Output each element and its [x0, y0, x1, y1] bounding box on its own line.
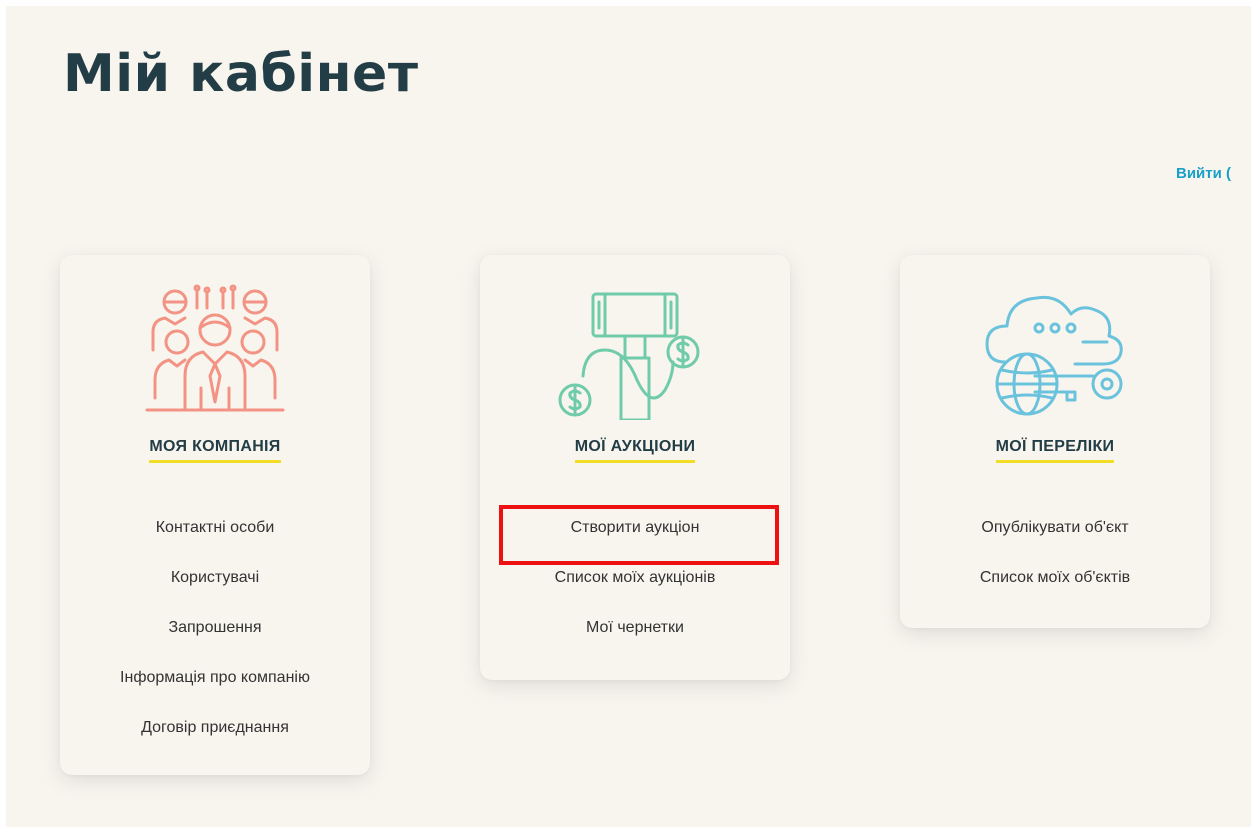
card-heading-my-auctions: МОЇ АУКЦІОНИ [574, 438, 696, 463]
link-company-info[interactable]: Інформація про компанію [60, 662, 370, 712]
card-my-auctions: МОЇ АУКЦІОНИ Створити аукціон Список мої… [480, 255, 790, 680]
link-contact-persons[interactable]: Контактні особи [60, 512, 370, 562]
auction-gavel-icon [555, 280, 715, 422]
logout-link[interactable]: Вийти ( [1176, 165, 1231, 182]
link-users[interactable]: Користувачі [60, 562, 370, 612]
link-publish-object[interactable]: Опублікувати об'єкт [900, 512, 1210, 562]
link-my-objects-list[interactable]: Список моїх об'єктів [900, 562, 1210, 612]
page-title: Мій кабінет [63, 44, 419, 104]
link-create-auction[interactable]: Створити аукціон [480, 512, 790, 562]
link-my-drafts[interactable]: Мої чернетки [480, 612, 790, 662]
team-icon [135, 280, 295, 420]
link-my-auctions-list[interactable]: Список моїх аукціонів [480, 562, 790, 612]
card-heading-my-company: МОЯ КОМПАНІЯ [149, 438, 281, 463]
card-my-lists: МОЇ ПЕРЕЛІКИ Опублікувати об'єкт Список … [900, 255, 1210, 628]
cloud-globe-key-icon [975, 280, 1135, 420]
card-heading-my-lists: МОЇ ПЕРЕЛІКИ [995, 438, 1115, 463]
link-invitations[interactable]: Запрошення [60, 612, 370, 662]
link-accession-agreement[interactable]: Договір приєднання [60, 712, 370, 762]
card-my-company: МОЯ КОМПАНІЯ Контактні особи Користувачі… [60, 255, 370, 775]
